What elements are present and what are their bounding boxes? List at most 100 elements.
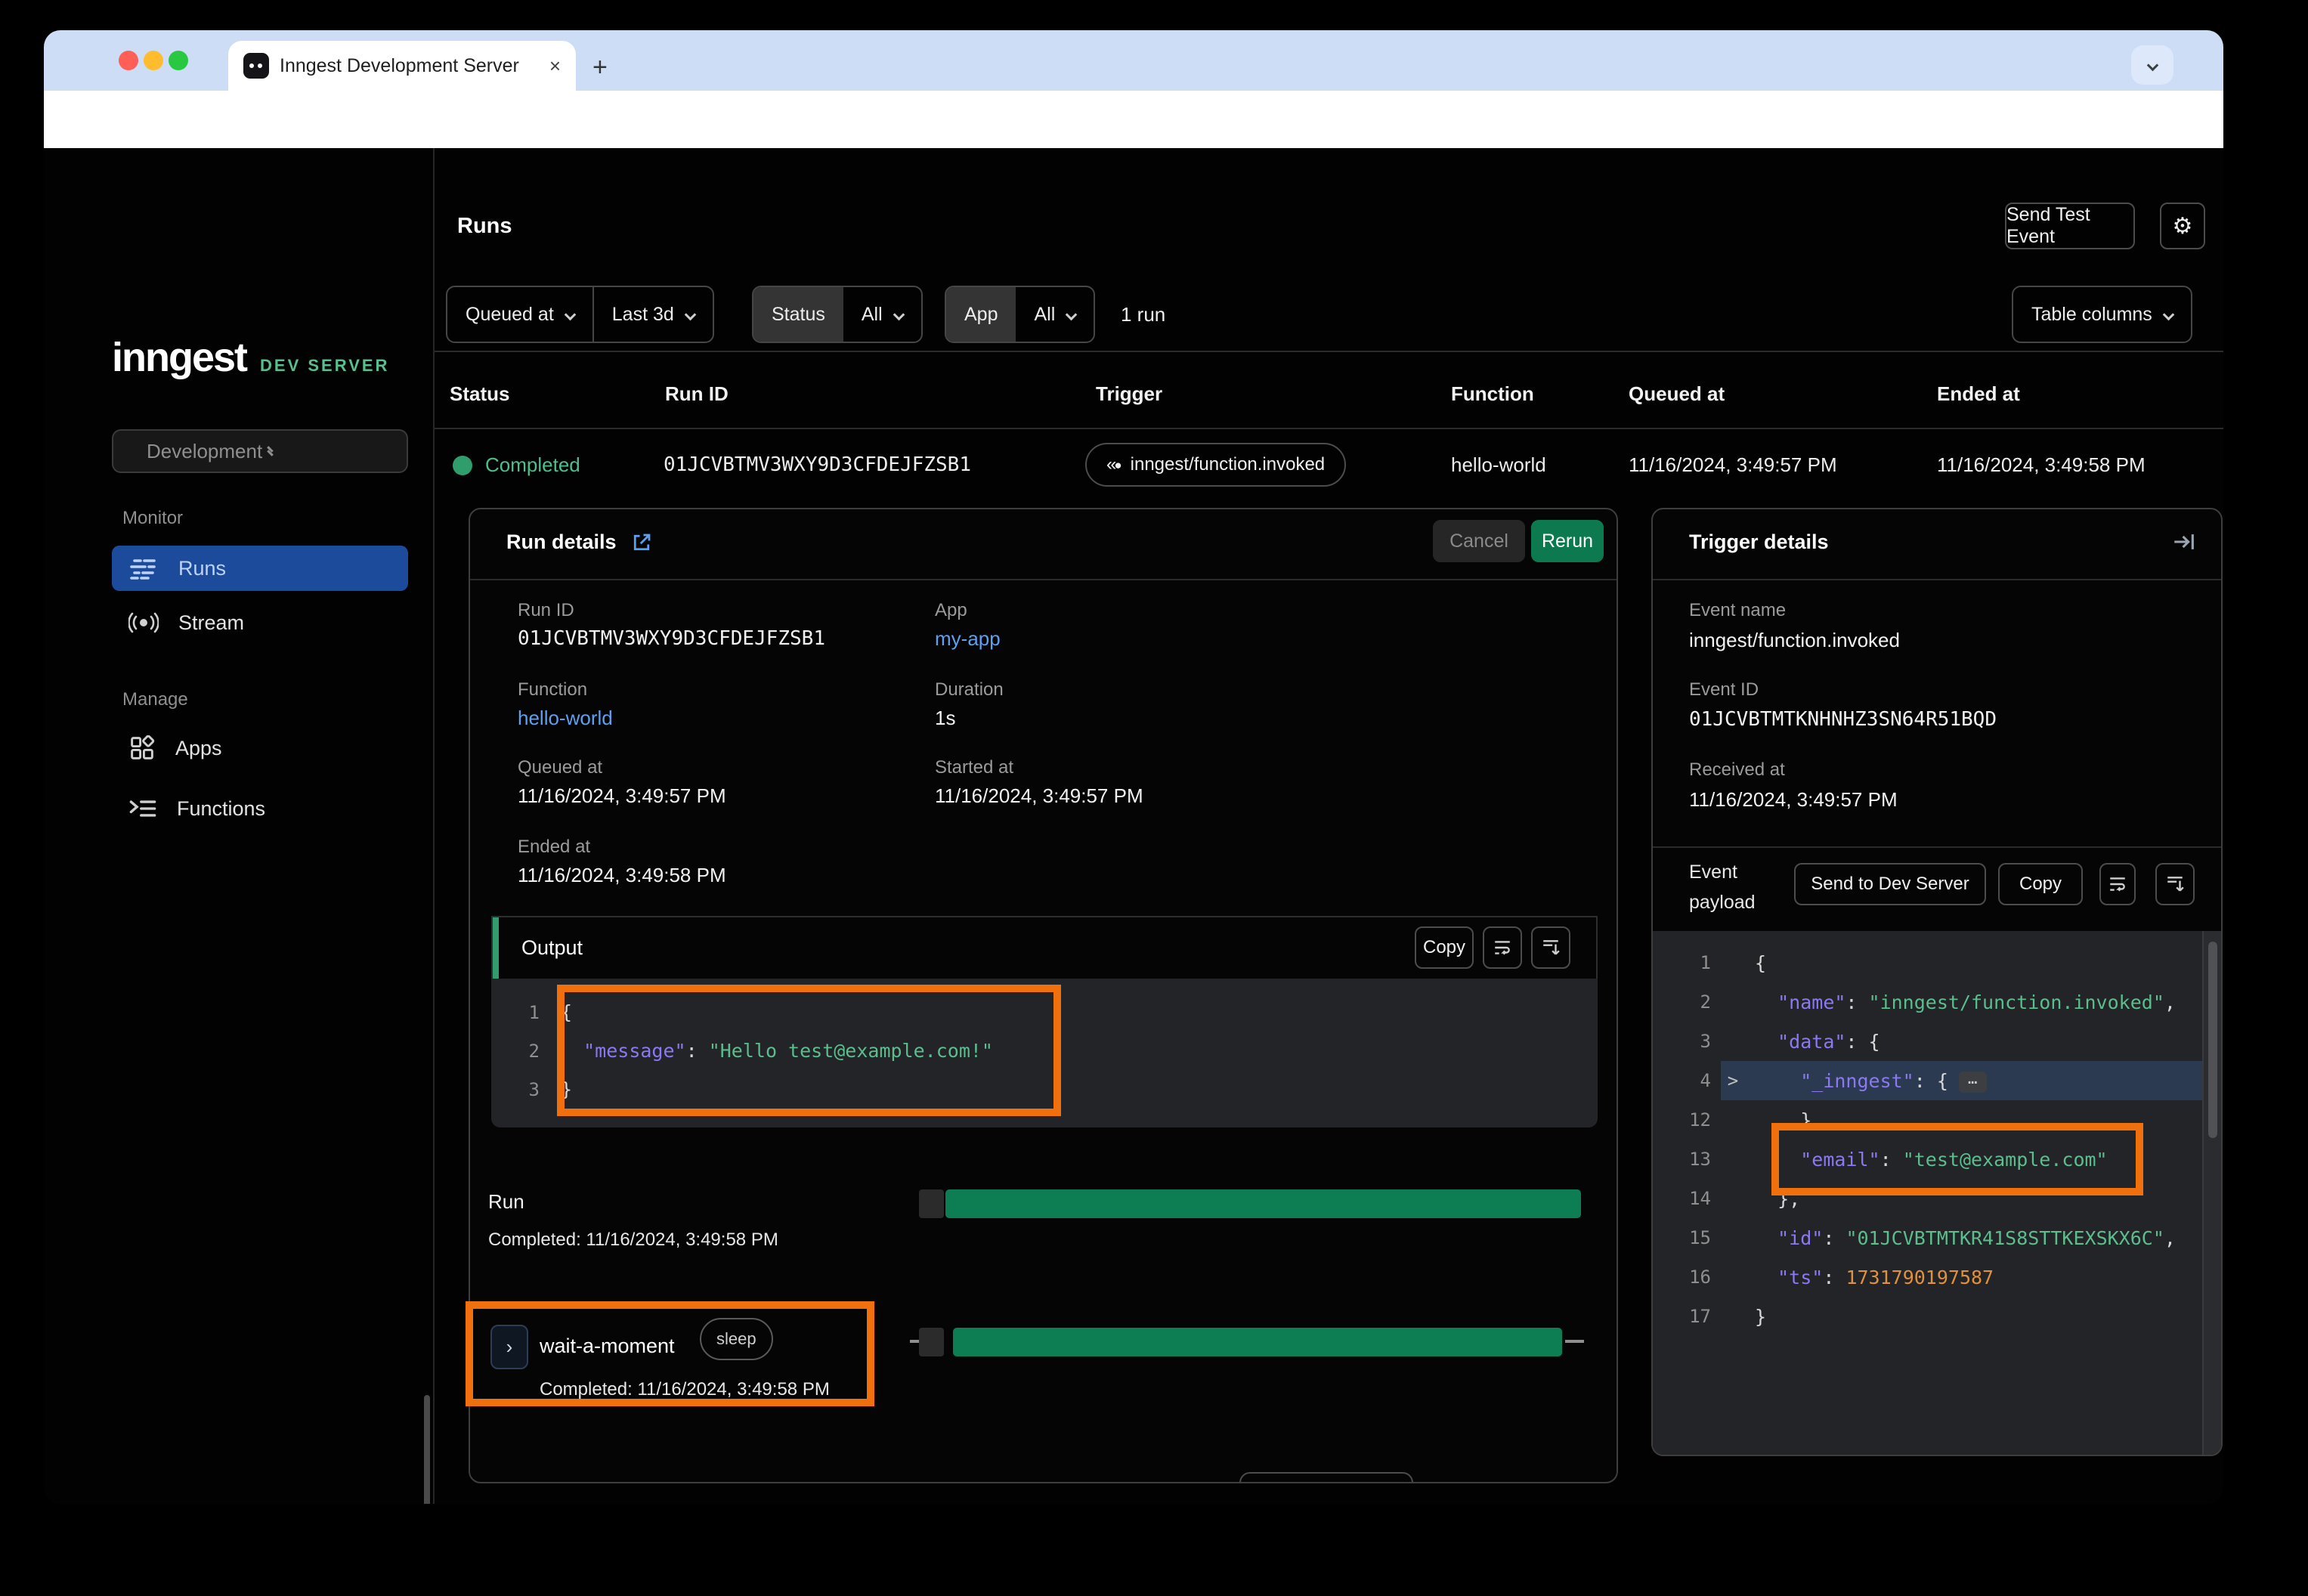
- run-id-value: 01JCVBTMV3WXY9D3CFDEJFZSB1: [518, 627, 825, 650]
- row-queued-at: 11/16/2024, 3:49:57 PM: [1629, 453, 1837, 477]
- step-name[interactable]: wait-a-moment: [540, 1335, 675, 1358]
- sidebar-item-runs[interactable]: Runs: [112, 546, 408, 591]
- output-copy-button[interactable]: Copy: [1415, 926, 1474, 969]
- dev-server-badge: DEV SERVER: [260, 356, 389, 376]
- table-columns-label: Table columns: [2031, 304, 2152, 326]
- event-name-value: inngest/function.invoked: [1689, 629, 1900, 652]
- started-at-label: Started at: [935, 757, 1013, 778]
- new-tab-button[interactable]: +: [592, 53, 608, 82]
- queued-at-label: Queued at: [466, 304, 554, 326]
- column-header-ended-at[interactable]: Ended at: [1937, 382, 2020, 406]
- row-run-id: 01JCVBTMV3WXY9D3CFDEJFZSB1: [664, 453, 971, 476]
- output-header: Output Copy: [491, 916, 1598, 979]
- app-filter-value[interactable]: All: [1016, 287, 1094, 342]
- browser-toolbar: ← → i localhost:8288/runs ☆: [44, 91, 2223, 148]
- function-label: Function: [518, 679, 587, 701]
- sidebar-item-label: Apps: [175, 737, 222, 760]
- browser-window: Inngest Development Server × + ← → i loc…: [44, 30, 2223, 1504]
- queued-at-label: Queued at: [518, 757, 602, 778]
- expand-output-button[interactable]: [1531, 926, 1570, 969]
- send-test-event-label: Send Test Event: [2006, 204, 2133, 248]
- output-status-accent: [493, 917, 499, 979]
- divider: [470, 579, 1617, 580]
- traffic-close-button[interactable]: [119, 51, 138, 70]
- duration-label: Duration: [935, 679, 1004, 701]
- environment-select[interactable]: Development: [112, 429, 408, 473]
- status-filter-label: Status: [753, 287, 843, 342]
- chevron-up-down-icon: [267, 448, 387, 454]
- chevron-down-icon: [893, 308, 905, 320]
- sidebar-item-label: Functions: [177, 797, 265, 821]
- sidebar-scrollbar[interactable]: [424, 1395, 430, 1504]
- settings-button[interactable]: ⚙: [2160, 203, 2205, 249]
- sidebar-item-functions[interactable]: Functions: [112, 786, 408, 831]
- run-completed-text: Completed: 11/16/2024, 3:49:58 PM: [488, 1229, 778, 1251]
- step-expand-toggle[interactable]: ›: [490, 1325, 528, 1369]
- step-bar-queued-segment: [919, 1328, 944, 1356]
- divider: [435, 351, 2223, 352]
- step-completed-text: Completed: 11/16/2024, 3:49:58 PM: [540, 1379, 830, 1400]
- payload-word-wrap-button[interactable]: [2099, 863, 2136, 905]
- event-id-value: 01JCVBTMTKNHNHZ3SN64R51BQD: [1689, 708, 1997, 731]
- table-columns-button[interactable]: Table columns: [2012, 286, 2192, 343]
- rerun-button[interactable]: Rerun: [1531, 520, 1604, 562]
- column-header-status[interactable]: Status: [450, 382, 509, 406]
- app-link[interactable]: my-app: [935, 627, 1001, 651]
- collapse-panel-icon[interactable]: [2171, 529, 2197, 555]
- tab-close-icon[interactable]: ×: [549, 54, 561, 78]
- queued-at-value: 11/16/2024, 3:49:57 PM: [518, 784, 726, 808]
- event-trigger-icon: «●: [1106, 454, 1120, 475]
- output-code: 1{2 "message": "Hello test@example.com!"…: [491, 993, 1598, 1109]
- run-bar[interactable]: [945, 1189, 1581, 1218]
- column-header-trigger[interactable]: Trigger: [1096, 382, 1162, 406]
- column-header-run-id[interactable]: Run ID: [665, 382, 729, 406]
- row-status: Completed: [485, 453, 580, 477]
- payload-copy-button[interactable]: Copy: [1998, 863, 2083, 905]
- time-filter-group[interactable]: Queued at Last 3d: [446, 286, 714, 343]
- timeline-tick: [910, 1340, 919, 1343]
- browser-tabstrip: Inngest Development Server × +: [44, 30, 2223, 91]
- send-to-dev-server-button[interactable]: Send to Dev Server: [1794, 863, 1986, 905]
- inngest-logo: inngest: [112, 334, 246, 381]
- payload-scrollbar-track[interactable]: [2202, 931, 2221, 1455]
- trigger-details-card: Trigger details Event name inngest/funct…: [1651, 508, 2223, 1456]
- event-payload-title: Event payload: [1689, 857, 1795, 917]
- status-filter-value[interactable]: All: [843, 287, 921, 342]
- function-link[interactable]: hello-world: [518, 707, 613, 730]
- column-header-function[interactable]: Function: [1451, 382, 1534, 406]
- timeline-tick: [1565, 1340, 1584, 1343]
- environment-select-value: Development: [147, 440, 267, 463]
- queued-at-filter[interactable]: Queued at: [447, 287, 592, 342]
- tab-search-button[interactable]: [2131, 45, 2173, 85]
- payload-scrollbar-thumb[interactable]: [2208, 942, 2217, 1138]
- time-range-label: Last 3d: [612, 304, 674, 326]
- timeline-bottom-button[interactable]: [1239, 1472, 1413, 1483]
- app-filter-label: App: [946, 287, 1016, 342]
- send-test-event-button[interactable]: Send Test Event: [2005, 203, 2135, 249]
- external-link-icon[interactable]: [630, 531, 653, 554]
- time-range-filter[interactable]: Last 3d: [592, 287, 713, 342]
- row-ended-at: 11/16/2024, 3:49:58 PM: [1937, 453, 2146, 477]
- sidebar: inngest DEV SERVER Development Monitor: [44, 148, 435, 1504]
- row-trigger-pill[interactable]: «● inngest/function.invoked: [1085, 443, 1346, 487]
- sidebar-item-stream[interactable]: Stream: [112, 600, 408, 645]
- app-filter-group[interactable]: App All: [945, 286, 1095, 343]
- chevron-down-icon: [2163, 308, 2175, 320]
- gear-icon: ⚙: [2173, 213, 2193, 240]
- row-trigger-label: inngest/function.invoked: [1131, 454, 1326, 475]
- cancel-button[interactable]: Cancel: [1433, 520, 1525, 562]
- manage-section-label: Manage: [122, 689, 188, 710]
- event-id-label: Event ID: [1689, 679, 1759, 701]
- timeline-run-label[interactable]: Run: [488, 1190, 524, 1214]
- word-wrap-button[interactable]: [1483, 926, 1522, 969]
- sidebar-item-apps[interactable]: Apps: [112, 725, 408, 771]
- payload-expand-button[interactable]: [2155, 863, 2195, 905]
- status-filter-group[interactable]: Status All: [752, 286, 923, 343]
- column-header-queued-at[interactable]: Queued at: [1629, 382, 1725, 406]
- inngest-favicon-icon: [243, 53, 269, 79]
- browser-tab[interactable]: Inngest Development Server ×: [228, 41, 576, 91]
- traffic-minimize-button[interactable]: [144, 51, 163, 70]
- step-bar[interactable]: [953, 1328, 1562, 1356]
- traffic-zoom-button[interactable]: [169, 51, 188, 70]
- sidebar-item-label: Runs: [178, 557, 226, 580]
